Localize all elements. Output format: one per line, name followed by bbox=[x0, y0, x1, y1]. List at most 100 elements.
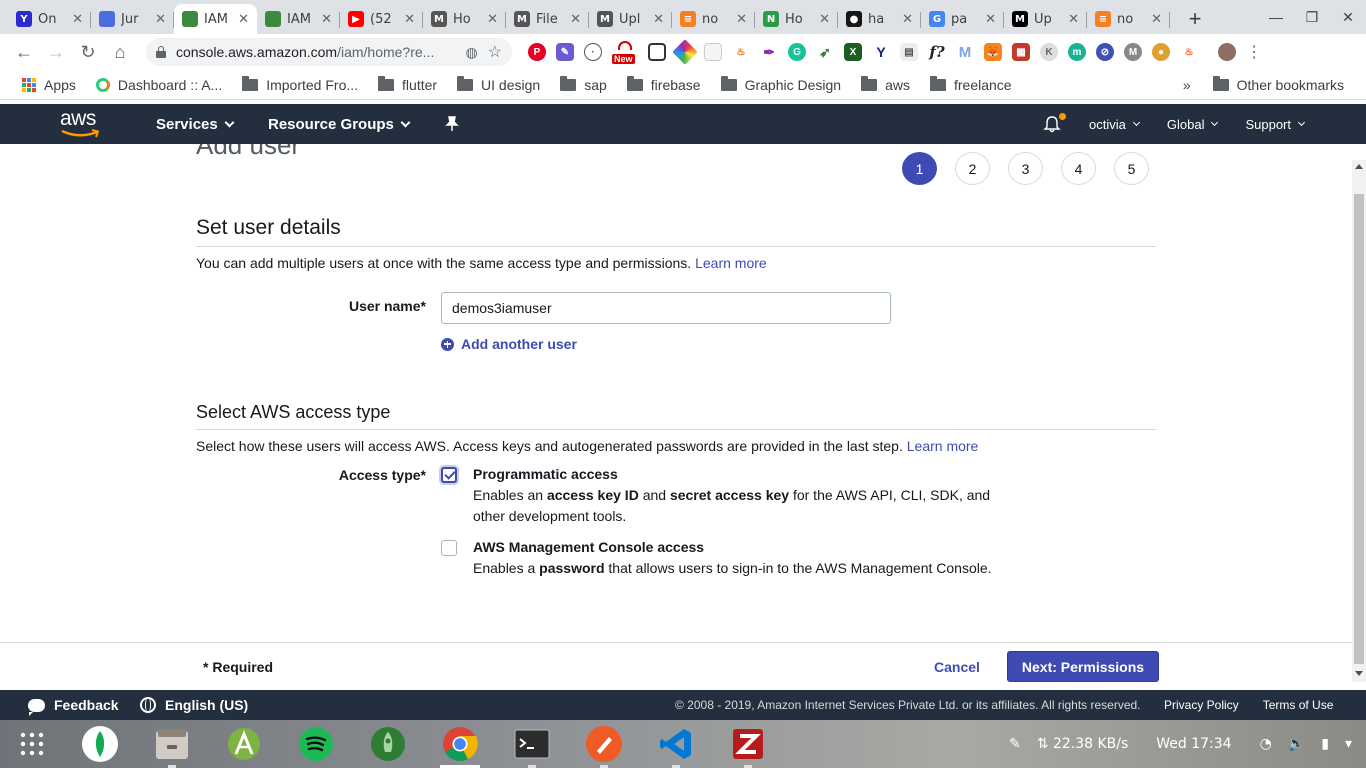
wizard-step-3[interactable]: 3 bbox=[1008, 152, 1043, 185]
bookmark-item[interactable]: UI design bbox=[449, 73, 548, 97]
browser-tab[interactable]: ● ha ✕ bbox=[838, 4, 921, 34]
battery-icon[interactable]: ▮ bbox=[1321, 736, 1329, 752]
files-icon[interactable] bbox=[152, 724, 192, 768]
cancel-button[interactable]: Cancel bbox=[934, 659, 980, 675]
terms-of-use-link[interactable]: Terms of Use bbox=[1263, 698, 1334, 712]
y-extension-icon[interactable]: Y bbox=[872, 43, 890, 61]
bookmark-item[interactable]: sap bbox=[552, 73, 615, 97]
next-permissions-button[interactable]: Next: Permissions bbox=[1007, 651, 1159, 682]
wizard-step-2[interactable]: 2 bbox=[955, 152, 990, 185]
filezilla-icon[interactable] bbox=[728, 724, 768, 768]
programmatic-access-title[interactable]: Programmatic access bbox=[473, 464, 1013, 485]
browser-tab[interactable]: M Ho ✕ bbox=[423, 4, 506, 34]
browser-tab[interactable]: ▶ (52 ✕ bbox=[340, 4, 423, 34]
wizard-step-1[interactable]: 1 bbox=[902, 152, 937, 185]
bookmark-item[interactable]: Dashboard :: A... bbox=[88, 73, 230, 97]
home-icon[interactable]: ⌂ bbox=[104, 36, 136, 68]
bookmarks-overflow-chevron[interactable]: » bbox=[1183, 77, 1191, 93]
close-tab-icon[interactable]: ✕ bbox=[819, 12, 830, 27]
metamask-icon[interactable]: 🦊 bbox=[984, 43, 1002, 61]
back-icon[interactable]: ← bbox=[8, 36, 40, 68]
other-bookmarks-folder[interactable]: Other bookmarks bbox=[1205, 73, 1352, 97]
close-tab-icon[interactable]: ✕ bbox=[321, 12, 332, 27]
clock[interactable]: Wed 17:34 bbox=[1156, 736, 1231, 752]
volume-icon[interactable]: 🔈 bbox=[1288, 736, 1305, 752]
k-extension-icon[interactable]: K bbox=[1040, 43, 1058, 61]
close-tab-icon[interactable]: ✕ bbox=[404, 12, 415, 27]
bookmark-item[interactable]: freelance bbox=[922, 73, 1020, 97]
user-menu[interactable]: octivia bbox=[1089, 117, 1140, 132]
programmatic-access-checkbox[interactable] bbox=[441, 467, 457, 483]
browser-tab[interactable]: IAM ✕ bbox=[257, 4, 340, 34]
close-tab-icon[interactable]: ✕ bbox=[72, 12, 83, 27]
colorzilla-icon[interactable] bbox=[672, 39, 698, 65]
bulb-icon[interactable]: ● bbox=[1152, 43, 1170, 61]
browser-tab[interactable]: ≡ no ✕ bbox=[672, 4, 755, 34]
services-menu[interactable]: Services bbox=[156, 116, 235, 133]
lock-icon[interactable] bbox=[156, 46, 166, 58]
new-extension-icon[interactable]: New bbox=[612, 41, 638, 64]
close-tab-icon[interactable]: ✕ bbox=[736, 12, 747, 27]
game-extension-icon[interactable]: ▦ bbox=[1012, 43, 1030, 61]
font-identifier-icon[interactable]: f? bbox=[928, 43, 946, 61]
m-extension-icon[interactable]: M bbox=[956, 43, 974, 61]
language-selector[interactable]: English (US) bbox=[140, 697, 248, 713]
url-text[interactable]: console.aws.amazon.com/iam/home?re... bbox=[176, 44, 455, 60]
scrollbar-thumb[interactable] bbox=[1354, 194, 1364, 664]
grammarly-icon[interactable]: G bbox=[788, 43, 806, 61]
mongodb-icon[interactable] bbox=[80, 724, 120, 764]
close-tab-icon[interactable]: ✕ bbox=[487, 12, 498, 27]
minimize-icon[interactable]: — bbox=[1258, 0, 1294, 34]
flame-icon[interactable]: ♨ bbox=[1180, 43, 1198, 61]
close-tab-icon[interactable]: ✕ bbox=[1068, 12, 1079, 27]
browser-tab[interactable]: ≡ no ✕ bbox=[1087, 4, 1170, 34]
screenshot-icon[interactable] bbox=[648, 43, 666, 61]
pinterest-icon[interactable]: P bbox=[528, 43, 546, 61]
browser-tab[interactable]: M Up ✕ bbox=[1004, 4, 1087, 34]
close-window-icon[interactable]: ✕ bbox=[1330, 0, 1366, 34]
wifi-icon[interactable]: ◔ bbox=[1260, 736, 1272, 752]
user-name-input[interactable] bbox=[441, 292, 891, 324]
close-tab-icon[interactable]: ✕ bbox=[155, 12, 166, 27]
scroll-up-arrow-icon[interactable] bbox=[1355, 164, 1363, 169]
spotify-icon[interactable] bbox=[296, 724, 336, 764]
page-scrollbar[interactable] bbox=[1352, 160, 1366, 682]
browser-tab[interactable]: Gpa ✕ bbox=[921, 4, 1004, 34]
m-gray-icon[interactable]: M bbox=[1124, 43, 1142, 61]
pen-icon[interactable]: ✎ bbox=[1009, 736, 1021, 752]
bookmark-item[interactable]: aws bbox=[853, 73, 918, 97]
address-bar[interactable]: console.aws.amazon.com/iam/home?re... ◍ … bbox=[146, 38, 512, 66]
x-extension-icon[interactable]: X bbox=[844, 43, 862, 61]
bookmark-item[interactable]: Imported Fro... bbox=[234, 73, 366, 97]
learn-more-link[interactable]: Learn more bbox=[907, 438, 979, 454]
add-another-user-button[interactable]: Add another user bbox=[441, 336, 577, 352]
support-menu[interactable]: Support bbox=[1245, 117, 1306, 132]
close-tab-icon[interactable]: ✕ bbox=[570, 12, 581, 27]
java-icon[interactable]: ♨ bbox=[732, 43, 750, 61]
cookie-icon[interactable]: ◍ bbox=[465, 44, 477, 61]
browser-tab[interactable]: Y On ✕ bbox=[8, 4, 91, 34]
blocker-icon[interactable]: ⊘ bbox=[1096, 43, 1114, 61]
scroll-down-arrow-icon[interactable] bbox=[1355, 671, 1363, 676]
close-tab-icon[interactable]: ✕ bbox=[1151, 12, 1162, 27]
bookmark-item[interactable]: Graphic Design bbox=[713, 73, 850, 97]
browser-tab[interactable]: M File ✕ bbox=[506, 4, 589, 34]
restore-icon[interactable]: ❐ bbox=[1294, 0, 1330, 34]
bookmark-star-icon[interactable]: ☆ bbox=[488, 42, 502, 62]
browser-tab[interactable]: IAM ✕ bbox=[174, 4, 257, 34]
notes-icon[interactable] bbox=[704, 43, 722, 61]
vscode-icon[interactable] bbox=[656, 724, 696, 768]
app-launcher-icon[interactable] bbox=[12, 724, 52, 764]
browser-tab[interactable]: M Upl ✕ bbox=[589, 4, 672, 34]
region-menu[interactable]: Global bbox=[1167, 117, 1219, 132]
terminal-icon[interactable] bbox=[512, 724, 552, 768]
learn-more-link[interactable]: Learn more bbox=[695, 255, 767, 271]
close-tab-icon[interactable]: ✕ bbox=[238, 12, 249, 27]
rocket-ext-icon[interactable]: ➶ bbox=[816, 43, 834, 61]
feedback-button[interactable]: Feedback bbox=[28, 697, 119, 716]
rocket-icon[interactable] bbox=[368, 724, 408, 764]
extension-circle-icon[interactable]: · bbox=[584, 43, 602, 61]
bookmark-item[interactable]: firebase bbox=[619, 73, 709, 97]
print-icon[interactable]: ▤ bbox=[900, 43, 918, 61]
browser-tab[interactable]: Jur ✕ bbox=[91, 4, 174, 34]
